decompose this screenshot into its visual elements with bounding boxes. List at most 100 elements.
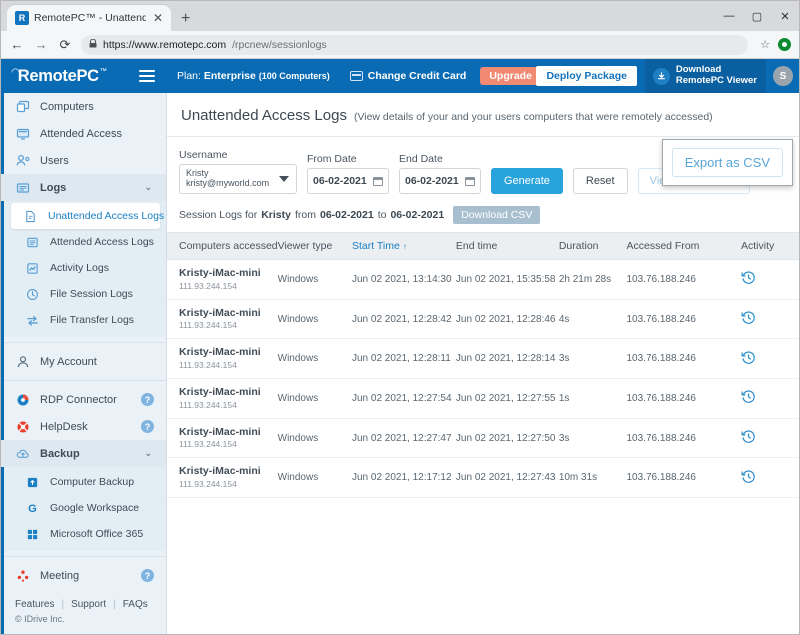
features-link[interactable]: Features — [15, 599, 54, 610]
help-icon[interactable]: ? — [141, 393, 154, 406]
session-logs-table: Computers accessed Viewer type Start Tim… — [167, 232, 799, 498]
office365-icon — [25, 527, 40, 542]
history-clock-icon[interactable] — [741, 469, 756, 487]
page-body: Computers Attended Access Users Logs — [1, 93, 799, 634]
sidebar-item-rdp-connector[interactable]: RDP Connector ? — [1, 386, 166, 413]
export-as-csv-button[interactable]: Export as CSV — [672, 148, 783, 177]
cell-activity[interactable] — [741, 260, 799, 300]
sidebar-item-file-transfer-logs[interactable]: File Transfer Logs — [1, 307, 166, 333]
cell-end-time: Jun 02 2021, 12:27:50 — [456, 418, 559, 458]
minimize-icon[interactable]: — — [715, 1, 743, 31]
reset-button[interactable]: Reset — [573, 168, 628, 194]
sidebar-item-my-account[interactable]: My Account — [1, 348, 166, 375]
sidebar-item-unattended-access-logs[interactable]: Unattended Access Logs — [11, 203, 160, 229]
reload-icon[interactable]: ⟳ — [57, 37, 73, 53]
table-row[interactable]: Kristy-iMac-mini 111.93.244.154 Windows … — [167, 418, 799, 458]
history-clock-icon[interactable] — [741, 429, 756, 447]
monitor-icon — [15, 126, 30, 141]
remotepc-logo[interactable]: ◠ RemotePC ™ — [1, 68, 129, 85]
sidebar-item-google-workspace[interactable]: G Google Workspace — [1, 495, 166, 521]
cell-activity[interactable] — [741, 339, 799, 379]
session-to-word: to — [378, 209, 387, 221]
url-path: /rpcnew/sessionlogs — [232, 39, 327, 51]
username-field-group: Username Kristy kristy@myworld.com — [179, 149, 297, 194]
sidebar-item-computer-backup[interactable]: Computer Backup — [1, 469, 166, 495]
sidebar-item-attended-access-logs[interactable]: Attended Access Logs — [1, 229, 166, 255]
cell-end-time: Jun 02 2021, 12:28:14 — [456, 339, 559, 379]
sidebar-item-file-session-logs[interactable]: File Session Logs — [1, 281, 166, 307]
sidebar-item-users[interactable]: Users — [1, 147, 166, 174]
download-viewer-button[interactable]: Download RemotePC Viewer — [645, 59, 766, 93]
history-clock-icon[interactable] — [741, 310, 756, 328]
change-credit-card-link[interactable]: Change Credit Card — [350, 70, 467, 82]
cell-start-time: Jun 02 2021, 12:17:12 — [352, 458, 456, 498]
cell-accessed-from: 103.76.188.246 — [626, 379, 741, 419]
col-duration[interactable]: Duration — [559, 233, 627, 260]
download-csv-button[interactable]: Download CSV — [453, 206, 540, 224]
cell-duration: 10m 31s — [559, 458, 627, 498]
table-row[interactable]: Kristy-iMac-mini 111.93.244.154 Windows … — [167, 299, 799, 339]
cell-viewer: Windows — [278, 379, 352, 419]
from-date-input[interactable]: 06-02-2021 — [307, 168, 389, 194]
address-bar[interactable]: https://www.remotepc.com/rpcnew/sessionl… — [81, 35, 748, 55]
help-icon[interactable]: ? — [141, 420, 154, 433]
forward-icon[interactable]: → — [33, 37, 49, 52]
upgrade-button[interactable]: Upgrade — [480, 67, 541, 85]
sidebar-label: Unattended Access Logs — [48, 210, 164, 222]
sidebar-item-logs[interactable]: Logs ⌄ — [1, 174, 166, 201]
col-start-time[interactable]: Start Time↑ — [352, 233, 456, 260]
sidebar-item-meeting[interactable]: Meeting ? — [1, 562, 166, 589]
cell-activity[interactable] — [741, 418, 799, 458]
table-row[interactable]: Kristy-iMac-mini 111.93.244.154 Windows … — [167, 260, 799, 300]
sidebar-item-computers[interactable]: Computers — [1, 93, 166, 120]
cell-accessed-from: 103.76.188.246 — [626, 418, 741, 458]
cell-activity[interactable] — [741, 379, 799, 419]
from-date-field-group: From Date 06-02-2021 — [307, 153, 389, 194]
calendar-icon[interactable] — [465, 177, 475, 186]
chevron-down-icon: ⌄ — [144, 182, 152, 193]
browser-tab[interactable]: R RemotePC™ - Unattended Acces ✕ — [7, 5, 171, 31]
col-computers-accessed[interactable]: Computers accessed — [167, 233, 278, 260]
history-clock-icon[interactable] — [741, 350, 756, 368]
history-clock-icon[interactable] — [741, 270, 756, 288]
col-activity: Activity — [741, 233, 799, 260]
app-header: ◠ RemotePC ™ Plan: Enterprise (100 Compu… — [1, 59, 799, 93]
deploy-package-button[interactable]: Deploy Package — [536, 66, 637, 86]
browser-tabstrip: R RemotePC™ - Unattended Acces ✕ + — ▢ ✕ — [1, 1, 799, 31]
close-icon[interactable]: ✕ — [151, 12, 165, 24]
calendar-icon[interactable] — [373, 177, 383, 186]
end-date-label: End Date — [399, 153, 481, 165]
faqs-link[interactable]: FAQs — [123, 599, 148, 610]
col-accessed-from[interactable]: Accessed From — [626, 233, 741, 260]
new-tab-button[interactable]: + — [181, 11, 190, 27]
history-clock-icon[interactable] — [741, 389, 756, 407]
table-row[interactable]: Kristy-iMac-mini 111.93.244.154 Windows … — [167, 458, 799, 498]
sidebar-item-backup[interactable]: Backup ⌄ — [1, 440, 166, 467]
end-date-input[interactable]: 06-02-2021 — [399, 168, 481, 194]
sidebar-item-activity-logs[interactable]: Activity Logs — [1, 255, 166, 281]
back-icon[interactable]: ← — [9, 37, 25, 52]
session-summary-line: Session Logs for Kristy from 06-02-2021 … — [167, 202, 799, 232]
profile-avatar-icon[interactable] — [778, 38, 791, 51]
cell-activity[interactable] — [741, 458, 799, 498]
sidebar-item-microsoft-office-365[interactable]: Microsoft Office 365 — [1, 521, 166, 547]
bookmark-star-icon[interactable]: ☆ — [760, 38, 770, 51]
hamburger-menu-icon[interactable] — [139, 70, 155, 82]
generate-button[interactable]: Generate — [491, 168, 563, 194]
username-select[interactable]: Kristy kristy@myworld.com — [179, 164, 297, 194]
col-viewer-type[interactable]: Viewer type — [278, 233, 352, 260]
cell-computer: Kristy-iMac-mini 111.93.244.154 — [167, 339, 278, 379]
col-end-time[interactable]: End time — [456, 233, 559, 260]
sidebar-item-helpdesk[interactable]: HelpDesk ? — [1, 413, 166, 440]
sidebar-item-attended-access[interactable]: Attended Access — [1, 120, 166, 147]
support-link[interactable]: Support — [71, 599, 106, 610]
help-icon[interactable]: ? — [141, 569, 154, 582]
table-row[interactable]: Kristy-iMac-mini 111.93.244.154 Windows … — [167, 379, 799, 419]
maximize-icon[interactable]: ▢ — [743, 1, 771, 31]
user-avatar[interactable]: S — [773, 66, 793, 86]
table-row[interactable]: Kristy-iMac-mini 111.93.244.154 Windows … — [167, 339, 799, 379]
change-credit-card-label: Change Credit Card — [368, 70, 467, 82]
cell-activity[interactable] — [741, 299, 799, 339]
unattended-log-icon — [23, 209, 38, 224]
window-close-icon[interactable]: ✕ — [771, 1, 799, 31]
